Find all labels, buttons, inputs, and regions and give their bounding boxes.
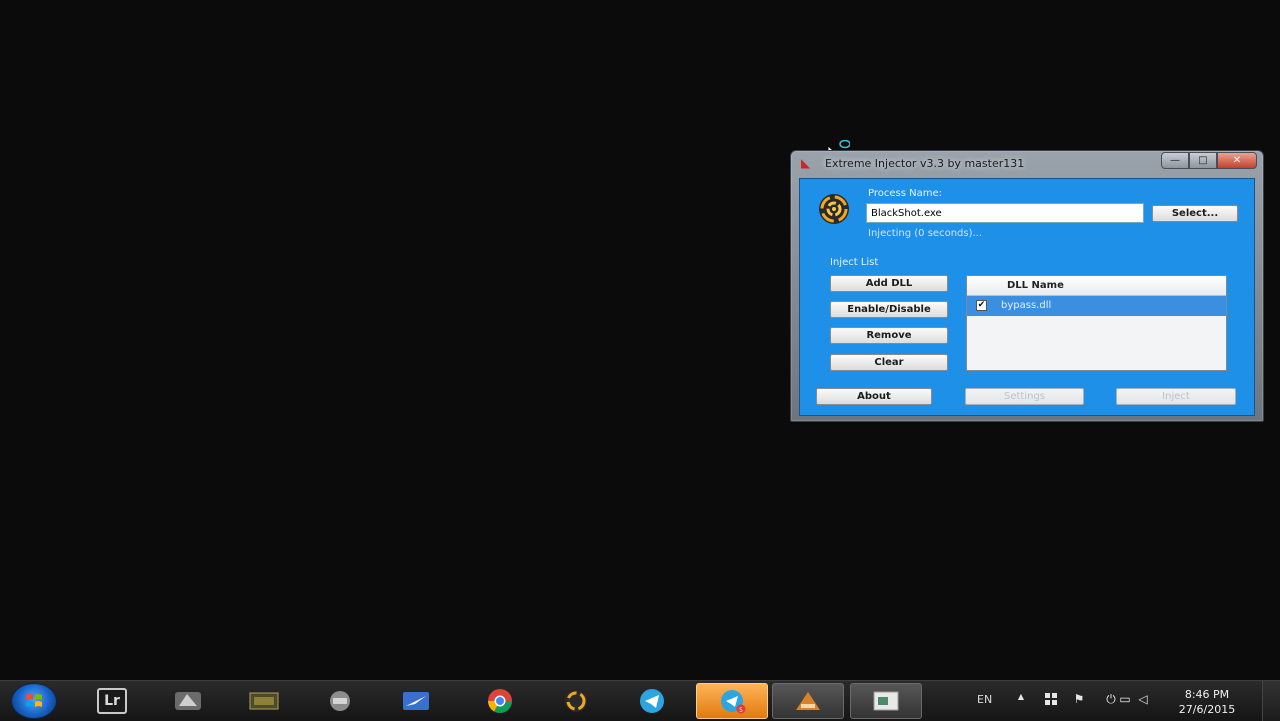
telegram-icon — [640, 689, 664, 713]
settings-button[interactable]: Settings — [965, 388, 1084, 405]
taskbar-telegram-active[interactable]: 5 — [696, 683, 768, 719]
process-name-input[interactable] — [866, 203, 1144, 223]
system-clock[interactable]: 8:46 PM 27/6/2015 — [1172, 687, 1242, 717]
tool-app-icon — [330, 691, 350, 711]
chrome-icon — [488, 689, 512, 714]
show-desktop-button[interactable] — [1262, 681, 1280, 721]
taskbar-tool-app[interactable] — [304, 683, 376, 719]
windows-flag-tray-icon[interactable] — [1042, 692, 1060, 706]
network-icon[interactable]: ▭ — [1116, 692, 1134, 706]
taskbar-chrome[interactable] — [464, 683, 536, 719]
window-controls: — □ ✕ — [1161, 152, 1257, 170]
injector-taskbar-icon — [565, 690, 587, 712]
taskbar-window-app[interactable] — [850, 683, 922, 719]
close-button[interactable]: ✕ — [1217, 152, 1257, 169]
add-dll-button[interactable]: Add DLL — [830, 275, 948, 292]
telegram-badge: 5 — [739, 707, 743, 714]
dll-item-name: bypass.dll — [1001, 300, 1052, 311]
clear-button[interactable]: Clear — [830, 354, 948, 371]
start-button[interactable] — [12, 684, 56, 718]
inject-list-label: Inject List — [830, 257, 879, 268]
about-button[interactable]: About — [816, 388, 932, 405]
injector-logo-icon — [819, 194, 849, 224]
taskbar-injector[interactable] — [540, 683, 612, 719]
show-hidden-icons-button[interactable]: ▲ — [1012, 692, 1030, 701]
volume-icon[interactable]: ◁ — [1134, 692, 1152, 706]
taskbar: Lr 5 EN ▲ ⚑ ⏻ ▭ ◁ 8:46 PM 27/6/2015 — [0, 680, 1280, 721]
taskbar-mail-app[interactable] — [380, 683, 452, 719]
select-process-button[interactable]: Select... — [1152, 205, 1238, 222]
title-bar[interactable]: ◣ Extreme Injector v3.3 by master131 — □… — [791, 151, 1263, 177]
clock-date: 27/6/2015 — [1178, 703, 1236, 716]
taskbar-game-app-1[interactable] — [152, 683, 224, 719]
telegram-notification-icon: 5 — [721, 690, 746, 714]
remove-button[interactable]: Remove — [830, 327, 948, 344]
maximize-button[interactable]: □ — [1189, 152, 1217, 169]
action-center-flag-icon[interactable]: ⚑ — [1070, 692, 1088, 706]
dll-list-item[interactable]: ✔ bypass.dll — [967, 296, 1226, 316]
minimize-button[interactable]: — — [1161, 152, 1189, 169]
clock-time: 8:46 PM — [1184, 688, 1230, 701]
taskbar-ide-app[interactable] — [772, 683, 844, 719]
inject-button[interactable]: Inject — [1116, 388, 1236, 405]
windows-logo-icon — [26, 694, 42, 707]
lightroom-icon: Lr — [97, 688, 127, 714]
plane-mail-icon — [403, 692, 429, 710]
taskbar-telegram[interactable] — [616, 683, 688, 719]
taskbar-game-app-2[interactable] — [228, 683, 300, 719]
process-name-label: Process Name: — [868, 188, 942, 199]
injection-status-text: Injecting (0 seconds)... — [868, 228, 983, 239]
ide-app-icon — [796, 692, 820, 710]
dll-enabled-checkbox[interactable]: ✔ — [976, 300, 987, 311]
window-app-icon — [873, 691, 899, 711]
dll-name-column-header[interactable]: DLL Name — [967, 276, 1226, 296]
dll-list[interactable]: DLL Name ✔ bypass.dll — [966, 275, 1227, 371]
game-app-icon — [175, 692, 201, 710]
injector-window: ◣ Extreme Injector v3.3 by master131 — □… — [790, 150, 1264, 422]
language-indicator[interactable]: EN — [977, 693, 992, 706]
taskbar-lightroom[interactable]: Lr — [76, 683, 148, 719]
window-title: Extreme Injector v3.3 by master131 — [825, 157, 1025, 170]
app-icon: ◣ — [801, 156, 811, 170]
window-client-area: Process Name: Select... Injecting (0 sec… — [799, 178, 1255, 416]
game-launcher-icon — [249, 692, 279, 710]
enable-disable-button[interactable]: Enable/Disable — [830, 301, 948, 318]
